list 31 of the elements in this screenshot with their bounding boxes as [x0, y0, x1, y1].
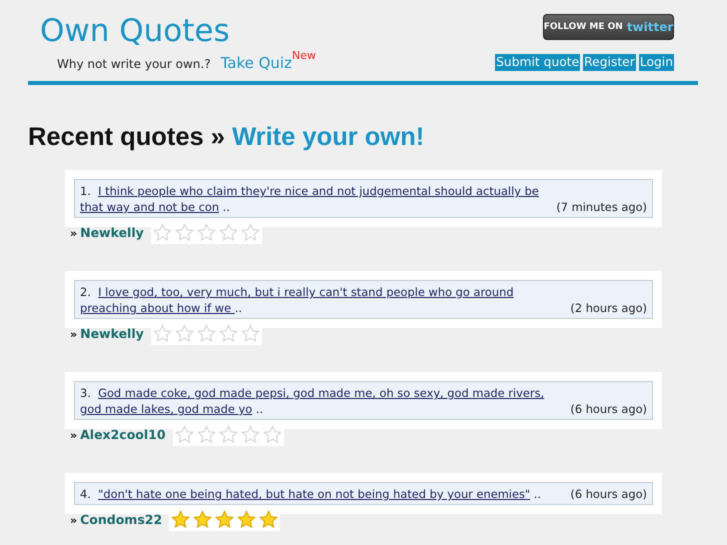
quote-time: (2 hours ago): [570, 300, 647, 316]
nav-link[interactable]: Register: [583, 54, 636, 71]
section-heading: Recent quotes »: [28, 123, 225, 151]
quote-time: (6 hours ago): [570, 401, 647, 417]
take-quiz-link[interactable]: Take Quiz: [220, 54, 292, 72]
quote-text[interactable]: 1. I think people who claim they're nice and not judgemental should actually be that way and not be con ..: [80, 183, 548, 215]
quote-text[interactable]: 3. God made coke, god made pepsi, god made me, oh so sexy, god made rivers, god made lakes, god made yo ..: [80, 385, 562, 417]
nav-link[interactable]: Login: [638, 54, 674, 71]
write-your-own-link[interactable]: Write your own!: [232, 123, 424, 151]
quote-time: (6 hours ago): [570, 486, 647, 502]
bullet-marker: »: [70, 226, 78, 240]
bullet-marker: »: [70, 327, 78, 341]
filled-star-icon[interactable]: [171, 510, 190, 529]
site-title[interactable]: Own Quotes: [40, 11, 316, 51]
filled-star-icon[interactable]: [215, 510, 234, 529]
new-label: New: [292, 49, 316, 62]
quote-text[interactable]: 4. "don't hate one being hated, but hate on not being hated by your enemies" ..: [80, 486, 562, 502]
quote-text[interactable]: 2. I love god, too, very much, but i really can't stand people who go around preaching about how if we ..: [80, 284, 562, 316]
author-name[interactable]: Newkelly: [80, 224, 144, 240]
filled-star-icon[interactable]: [193, 510, 212, 529]
bullet-marker: »: [70, 428, 78, 442]
author-name[interactable]: Condoms22: [80, 511, 162, 527]
follow-button[interactable]: FOLLOW ME ON twitter: [543, 14, 674, 40]
quote-time: (7 minutes ago): [556, 199, 647, 215]
filled-star-icon[interactable]: [237, 510, 256, 529]
author-name[interactable]: Alex2cool10: [80, 426, 166, 442]
tagline: Why not write your own.?: [57, 57, 211, 71]
filled-star-icon[interactable]: [259, 510, 278, 529]
nav-link[interactable]: Submit quote: [495, 54, 580, 71]
author-name[interactable]: Newkelly: [80, 325, 144, 341]
bullet-marker: »: [70, 513, 78, 527]
